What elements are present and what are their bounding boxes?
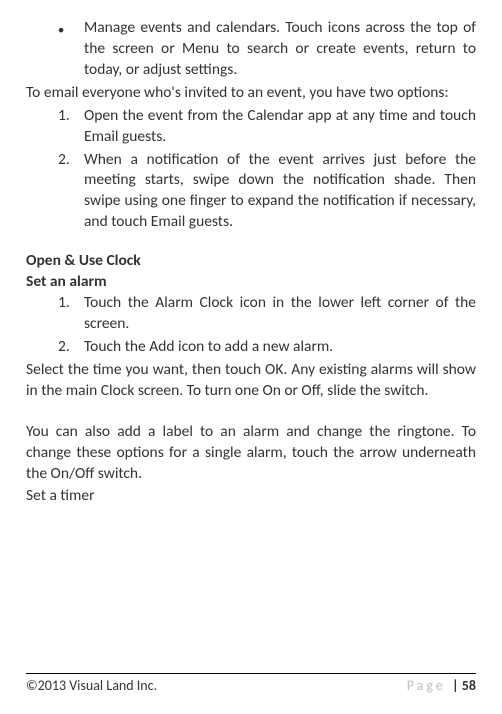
list-item-1b: 1. Touch the Alarm Clock icon in the low… [58,293,476,335]
page-footer: ©2013 Visual Land Inc. Page | 58 [26,673,476,696]
bullet-item: ● Manage events and calendars. Touch ico… [58,18,476,81]
list-item-2: 2. When a notification of the event arri… [58,150,476,234]
page-number: 58 [462,677,476,694]
bullet-text: Manage events and calendars. Touch icons… [84,18,476,81]
list-item-2b: 2. Touch the Add icon to add a new alarm… [58,337,476,358]
paragraph-1: Select the time you want, then touch OK.… [26,360,476,402]
num-text: When a notification of the event arrives… [84,150,476,234]
bullet-mark: ● [58,18,84,81]
paragraph-3: Set a timer [26,486,476,507]
section-subheading: Set an alarm [26,272,476,293]
page-sep: | [452,677,462,694]
num-text: Touch the Add icon to add a new alarm. [84,337,476,358]
num-mark: 2. [58,150,84,234]
num-mark: 1. [58,106,84,148]
num-mark: 2. [58,337,84,358]
num-mark: 1. [58,293,84,335]
paragraph-intro: To email everyone who's invited to an ev… [26,83,476,104]
paragraph-2: You can also add a label to an alarm and… [26,422,476,485]
page-label: Page [407,677,452,694]
num-text: Open the event from the Calendar app at … [84,106,476,148]
list-item-1: 1. Open the event from the Calendar app … [58,106,476,148]
section-heading: Open & Use Clock [26,251,476,272]
footer-copyright: ©2013 Visual Land Inc. [26,677,157,696]
spacer [26,404,476,422]
num-text: Touch the Alarm Clock icon in the lower … [84,293,476,335]
footer-page: Page | 58 [407,677,476,696]
